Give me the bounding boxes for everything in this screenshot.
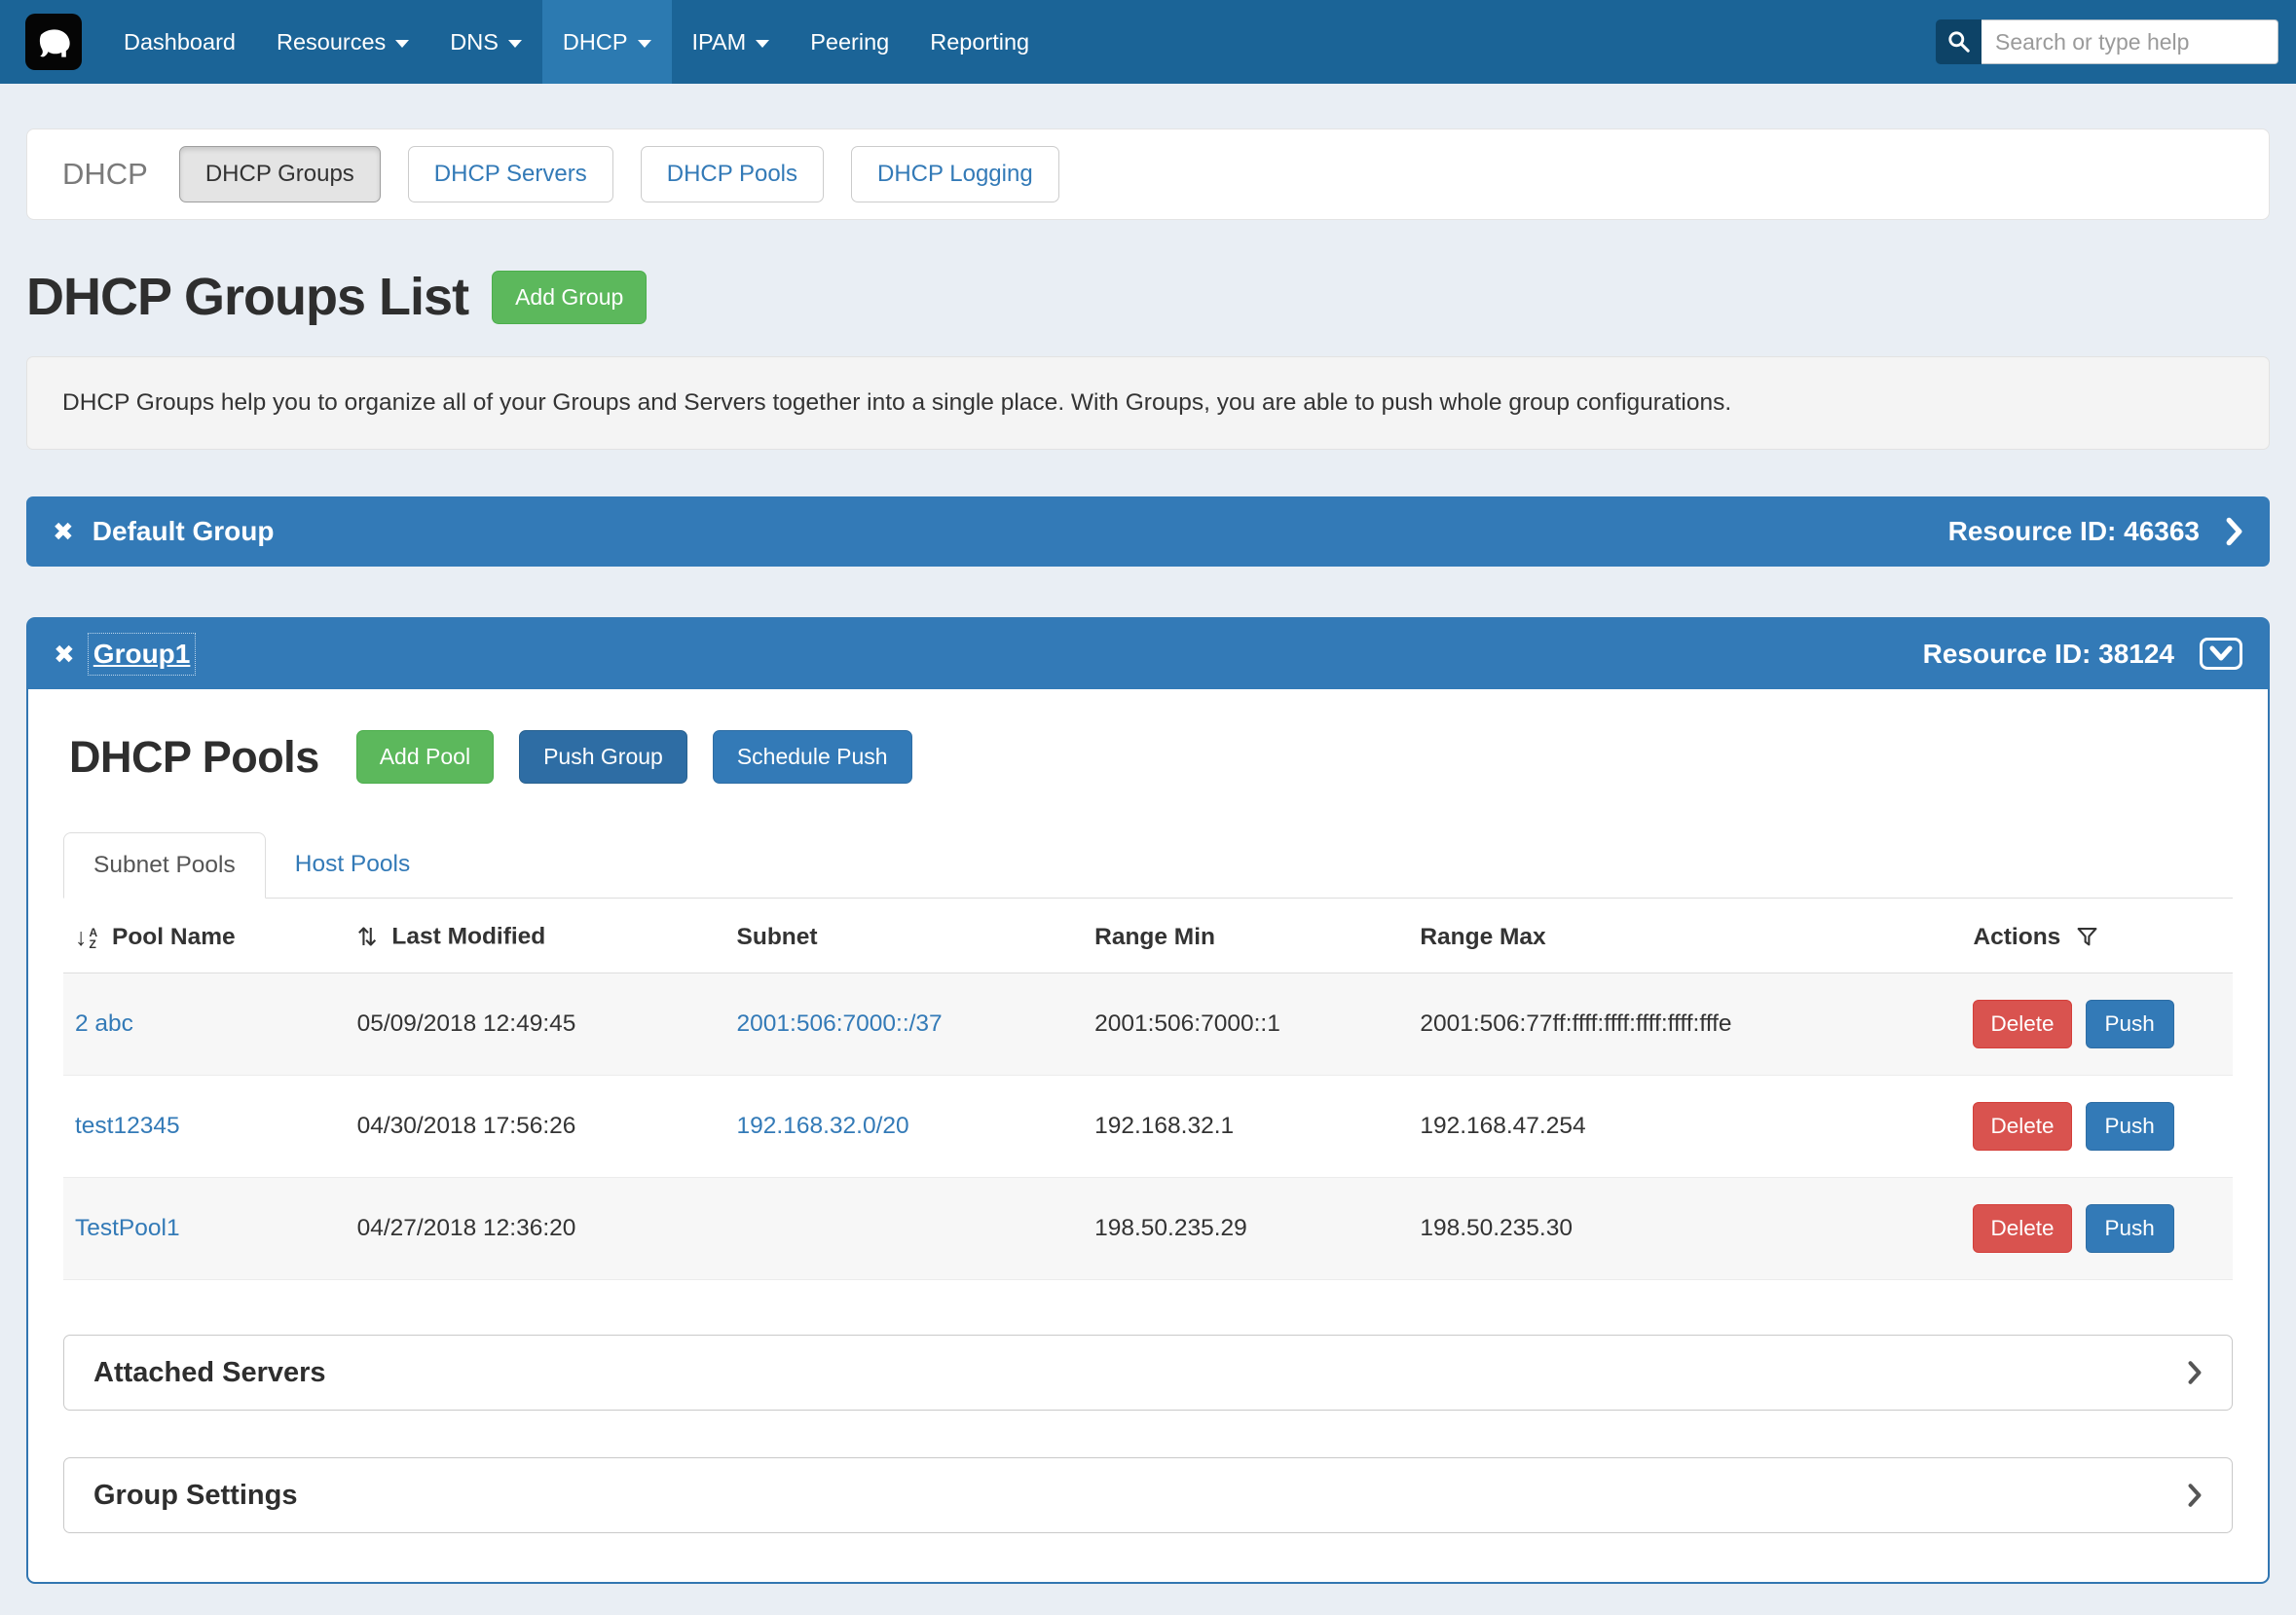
description-well: DHCP Groups help you to organize all of … xyxy=(26,356,2270,450)
last-modified-cell: 05/09/2018 12:49:45 xyxy=(346,973,725,1076)
range-min-cell: 198.50.235.29 xyxy=(1083,1178,1408,1280)
subnav-title: DHCP xyxy=(62,157,148,192)
add-group-button[interactable]: Add Group xyxy=(492,271,647,324)
provision-logo[interactable] xyxy=(25,14,82,70)
caret-down-icon xyxy=(395,40,409,48)
tab-dhcp-logging[interactable]: DHCP Logging xyxy=(851,146,1059,202)
tab-host-pools[interactable]: Host Pools xyxy=(266,832,439,898)
remove-group-icon[interactable]: ✖ xyxy=(53,519,74,544)
page-title: DHCP Groups List xyxy=(26,267,468,327)
collapse-chevron-down-icon[interactable] xyxy=(2200,638,2242,670)
push-button[interactable]: Push xyxy=(2086,1000,2174,1048)
range-min-cell: 2001:506:7000::1 xyxy=(1083,973,1408,1076)
caret-down-icon xyxy=(638,40,651,48)
pool-name-link[interactable]: 2 abc xyxy=(75,1010,133,1037)
global-search xyxy=(1936,19,2278,64)
subnet-link[interactable]: 2001:506:7000::/37 xyxy=(737,1010,943,1037)
sort-updown-icon[interactable]: ⇅ xyxy=(357,924,378,951)
schedule-push-button[interactable]: Schedule Push xyxy=(713,730,912,784)
nav-item-resources[interactable]: Resources xyxy=(256,0,429,84)
search-input[interactable] xyxy=(1981,19,2278,64)
pools-head: DHCP Pools Add Pool Push Group Schedule … xyxy=(63,730,2233,784)
nav-item-peering[interactable]: Peering xyxy=(790,0,909,84)
pool-name-link[interactable]: TestPool1 xyxy=(75,1215,180,1241)
resource-id-label: Resource ID: 46363 xyxy=(1948,516,2200,547)
nav-item-dashboard[interactable]: Dashboard xyxy=(103,0,256,84)
col-subnet: Subnet xyxy=(725,899,1084,973)
group-name: Default Group xyxy=(93,516,275,547)
delete-button[interactable]: Delete xyxy=(1973,1204,2071,1253)
delete-button[interactable]: Delete xyxy=(1973,1000,2071,1048)
pools-table: ↓ A Z Pool Name ⇅ Last Modified xyxy=(63,899,2233,1280)
sort-alpha-icon[interactable]: ↓ A Z xyxy=(75,926,97,950)
nav-item-reporting[interactable]: Reporting xyxy=(909,0,1050,84)
nav-item-dhcp[interactable]: DHCP xyxy=(542,0,672,84)
push-button[interactable]: Push xyxy=(2086,1204,2174,1253)
chevron-right-icon[interactable] xyxy=(2225,516,2243,547)
push-group-button[interactable]: Push Group xyxy=(519,730,687,784)
nav-item-label: Reporting xyxy=(930,29,1029,55)
chevron-right-icon xyxy=(2187,1359,2203,1386)
table-row: TestPool1 04/27/2018 12:36:20 198.50.235… xyxy=(63,1178,2233,1280)
range-max-cell: 198.50.235.30 xyxy=(1408,1178,1961,1280)
tab-subnet-pools[interactable]: Subnet Pools xyxy=(63,832,266,899)
pool-name-link[interactable]: test12345 xyxy=(75,1113,180,1139)
nav-item-label: IPAM xyxy=(692,29,747,55)
table-header-row: ↓ A Z Pool Name ⇅ Last Modified xyxy=(63,899,2233,973)
nav-item-label: Peering xyxy=(810,29,889,55)
accordion-attached-servers[interactable]: Attached Servers xyxy=(63,1335,2233,1411)
col-pool-name: ↓ A Z Pool Name xyxy=(63,899,346,973)
pools-title: DHCP Pools xyxy=(69,732,319,783)
tab-dhcp-servers[interactable]: DHCP Servers xyxy=(408,146,613,202)
push-button[interactable]: Push xyxy=(2086,1102,2174,1151)
subnet-link[interactable]: 192.168.32.0/20 xyxy=(737,1113,909,1139)
range-max-cell: 2001:506:77ff:ffff:ffff:ffff:ffff:fffe xyxy=(1408,973,1961,1076)
mammoth-icon xyxy=(32,20,75,63)
delete-button[interactable]: Delete xyxy=(1973,1102,2071,1151)
range-max-cell: 192.168.47.254 xyxy=(1408,1076,1961,1178)
filter-icon[interactable] xyxy=(2077,927,2097,947)
tab-dhcp-pools[interactable]: DHCP Pools xyxy=(641,146,824,202)
search-icon[interactable] xyxy=(1936,19,1981,64)
chevron-right-icon xyxy=(2187,1482,2203,1509)
page-head: DHCP Groups List Add Group xyxy=(26,267,2270,327)
group-bar-default-group[interactable]: ✖ Default Group Resource ID: 46363 xyxy=(26,496,2270,567)
nav-item-label: Resources xyxy=(277,29,386,55)
nav-item-label: DHCP xyxy=(563,29,628,55)
col-actions: Actions xyxy=(1961,899,2233,973)
table-row: 2 abc 05/09/2018 12:49:45 2001:506:7000:… xyxy=(63,973,2233,1076)
group-panel-body: DHCP Pools Add Pool Push Group Schedule … xyxy=(28,689,2268,1582)
dhcp-subnav: DHCP DHCP Groups DHCP Servers DHCP Pools… xyxy=(26,128,2270,220)
nav-item-ipam[interactable]: IPAM xyxy=(672,0,791,84)
group-panel-group1: ✖ Group1 Resource ID: 38124 DHCP Pools A… xyxy=(26,617,2270,1584)
table-row: test12345 04/30/2018 17:56:26 192.168.32… xyxy=(63,1076,2233,1178)
col-range-max: Range Max xyxy=(1408,899,1961,973)
tab-dhcp-groups[interactable]: DHCP Groups xyxy=(179,146,381,202)
resource-id-label: Resource ID: 38124 xyxy=(1923,639,2174,670)
caret-down-icon xyxy=(756,40,769,48)
page-container: DHCP DHCP Groups DHCP Servers DHCP Pools… xyxy=(26,128,2270,1615)
last-modified-cell: 04/27/2018 12:36:20 xyxy=(346,1178,725,1280)
caret-down-icon xyxy=(508,40,522,48)
accordion-group-settings[interactable]: Group Settings xyxy=(63,1457,2233,1533)
range-min-cell: 192.168.32.1 xyxy=(1083,1076,1408,1178)
nav-item-label: DNS xyxy=(450,29,499,55)
group-bar-group1[interactable]: ✖ Group1 Resource ID: 38124 xyxy=(27,618,2269,689)
pools-tabs: Subnet Pools Host Pools xyxy=(63,832,2233,899)
accordion-label: Attached Servers xyxy=(93,1357,326,1389)
accordion-label: Group Settings xyxy=(93,1480,297,1512)
nav-item-dns[interactable]: DNS xyxy=(429,0,542,84)
group-name-link[interactable]: Group1 xyxy=(93,639,191,670)
col-last-modified: ⇅ Last Modified xyxy=(346,899,725,973)
top-navbar: Dashboard Resources DNS DHCP IPAM Peerin… xyxy=(0,0,2296,84)
last-modified-cell: 04/30/2018 17:56:26 xyxy=(346,1076,725,1178)
nav-item-label: Dashboard xyxy=(124,29,236,55)
remove-group-icon[interactable]: ✖ xyxy=(54,642,75,667)
col-range-min: Range Min xyxy=(1083,899,1408,973)
add-pool-button[interactable]: Add Pool xyxy=(356,730,494,784)
